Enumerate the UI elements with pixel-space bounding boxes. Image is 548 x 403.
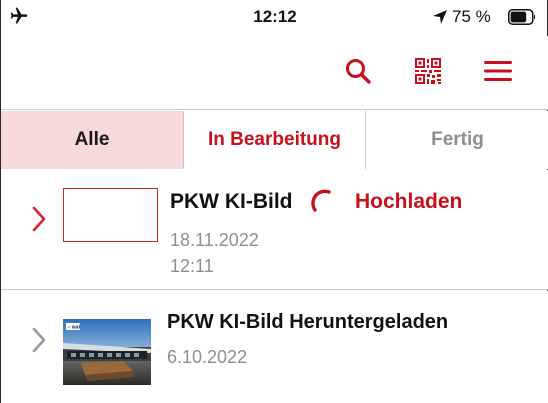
search-button[interactable] <box>340 53 376 89</box>
item-title: PKW KI-Bild <box>170 190 293 213</box>
loading-spinner-icon <box>311 189 331 212</box>
qr-code-button[interactable] <box>410 53 446 89</box>
tab-all[interactable]: Alle <box>1 111 184 169</box>
thumbnail-placeholder <box>63 188 158 242</box>
status-bar: 12:12 75 % <box>1 0 548 36</box>
qr-code-icon <box>415 58 441 84</box>
item-time: 12:11 <box>170 256 214 276</box>
chevron-right-icon <box>32 327 46 353</box>
menu-button[interactable] <box>480 53 516 89</box>
item-date: 18.11.2022 <box>170 230 259 250</box>
tab-in-progress[interactable]: In Bearbeitung <box>184 111 366 169</box>
building-photo-thumbnail: ✓aai <box>63 319 151 385</box>
item-title: PKW KI-Bild Heruntergeladen <box>167 311 449 333</box>
item-date: 6.10.2022 <box>167 347 248 367</box>
tab-done[interactable]: Fertig <box>366 111 548 169</box>
hamburger-menu-icon <box>484 61 512 81</box>
location-arrow-icon <box>433 10 447 24</box>
battery-percent: 75 % <box>452 7 491 26</box>
chevron-right-icon <box>32 206 46 232</box>
search-icon <box>346 59 371 84</box>
filter-tabs: Alle In Bearbeitung Fertig <box>1 111 548 169</box>
app-header <box>1 36 548 110</box>
svg-text:✓aai: ✓aai <box>68 325 81 331</box>
upload-status-label: Hochladen <box>355 190 463 213</box>
list-item-downloaded[interactable]: ✓aai PKW KI-Bild Heruntergeladen 6.10.20… <box>1 291 548 403</box>
battery-icon <box>508 9 536 25</box>
list-item-uploading[interactable]: PKW KI-Bild Hochladen 18.11.2022 12:11 <box>1 170 548 290</box>
app-frame: 12:12 75 % Alle In Bearbeitung Fertig PK… <box>0 0 548 403</box>
